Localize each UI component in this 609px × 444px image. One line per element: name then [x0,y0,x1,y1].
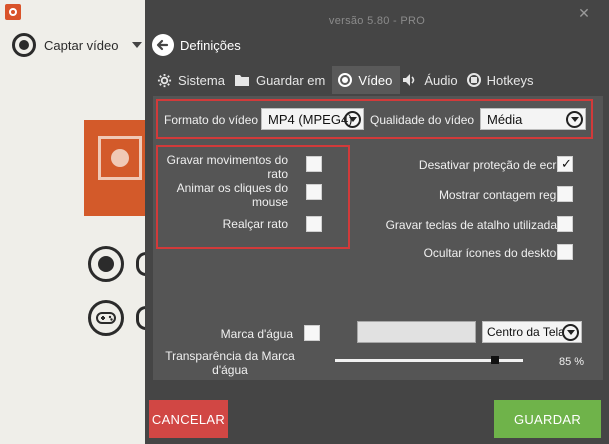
version-label: versão 5.80 - PRO [328,15,426,27]
tab-label: Áudio [424,72,458,88]
format-select[interactable]: MP4 (MPEG4) [261,108,364,130]
option-label-line: mouse [251,195,288,209]
highlight-mouse-checkbox[interactable] [306,216,322,232]
tab-label: Hotkeys [486,72,534,88]
gamepad-icon [96,312,116,324]
watermark-position-select[interactable]: Centro da Tela [482,321,582,343]
highlight-mouse-label: Realçar rato [222,217,288,231]
quality-value: Média [487,111,523,127]
back-button[interactable]: Definições [152,33,241,57]
capture-mode-label: Captar vídeo [44,37,119,53]
watermark-file-field[interactable] [357,321,476,343]
record-mouse-checkbox[interactable] [306,156,322,172]
disable-screensaver-label: Desativar proteção de ecrã [418,158,563,172]
quality-select[interactable]: Média [480,108,586,130]
watermark-label: Marca d'água [220,327,293,341]
folder-icon [234,75,249,86]
game-mode-button[interactable] [88,300,124,336]
settings-panel: versão 5.80 - PRO ✕ Definições Sistema G… [145,0,609,444]
format-quality-highlight: Formato do vídeo MP4 (MPEG4) Qualidade d… [156,99,593,139]
option-label: Animar os cliques do mouse [148,181,288,209]
option-label-line: Animar os cliques do [176,181,288,195]
record-hotkeys-checkbox[interactable] [557,216,573,232]
hide-desktop-icons-checkbox[interactable] [557,244,573,260]
save-button[interactable]: GUARDAR [494,400,601,438]
option-label-line: Gravar movimentos do [166,153,288,167]
animate-clicks-checkbox[interactable] [306,184,322,200]
tab-label: Guardar em [255,72,326,88]
camera-frame-icon [98,136,142,180]
show-countdown-checkbox[interactable] [557,186,573,202]
mouse-options-highlight: Gravar movimentos do rato Animar os cliq… [156,145,350,249]
hide-desktop-icons-label: Ocultar ícones do desktop [423,246,563,260]
speaker-icon [403,74,415,86]
watermark-position-value: Centro da Tela [487,325,565,339]
record-icon [338,73,353,87]
tab-audio[interactable]: Áudio [400,66,464,94]
record-mode-icon [12,33,36,57]
disable-screensaver-checkbox[interactable]: ✓ [557,156,573,172]
settings-tabs: Sistema Guardar em Vídeo Áudio Hotkeys [155,66,541,94]
option-label-line: rato [267,167,288,181]
transparency-label: Transparência da Marca d'água [165,349,295,377]
arrow-left-icon [152,34,174,56]
video-settings-content: Formato do vídeo MP4 (MPEG4) Qualidade d… [153,96,603,380]
dropdown-arrow-icon [566,111,583,128]
capture-mode-selector[interactable]: Captar vídeo [12,33,143,57]
tab-system[interactable]: Sistema [155,66,232,94]
tab-hotkeys[interactable]: Hotkeys [465,66,541,94]
record-button[interactable] [88,246,124,282]
capture-preview-tile[interactable] [84,120,148,216]
app-logo-icon [5,4,21,20]
format-value: MP4 (MPEG4) [268,111,353,127]
cancel-button[interactable]: CANCELAR [149,400,228,438]
chevron-down-icon [132,42,143,48]
watermark-checkbox[interactable] [304,325,320,341]
checkmark-icon: ✓ [561,156,572,171]
settings-title: Definições [180,37,241,53]
record-hotkeys-label: Gravar teclas de atalho utilizadas [385,218,563,232]
quality-label: Qualidade do vídeo [370,113,475,127]
tab-label: Vídeo [358,72,393,88]
option-label: Gravar movimentos do rato [148,153,288,181]
tab-save-to[interactable]: Guardar em [232,66,332,94]
slider-thumb[interactable] [490,356,499,364]
show-countdown-label: Mostrar contagem regr. [438,188,563,202]
tab-video[interactable]: Vídeo [332,66,401,94]
gear-icon [157,73,172,87]
transparency-label-line: d'água [212,363,248,377]
format-label: Formato do vídeo [164,113,259,127]
hotkey-icon [466,73,481,87]
dropdown-arrow-icon [562,324,579,341]
transparency-label-line: Transparência da Marca [165,349,295,363]
close-icon[interactable]: ✕ [577,6,591,20]
dropdown-arrow-icon [344,111,361,128]
tab-label: Sistema [178,72,225,88]
transparency-value: 85 % [559,356,585,368]
